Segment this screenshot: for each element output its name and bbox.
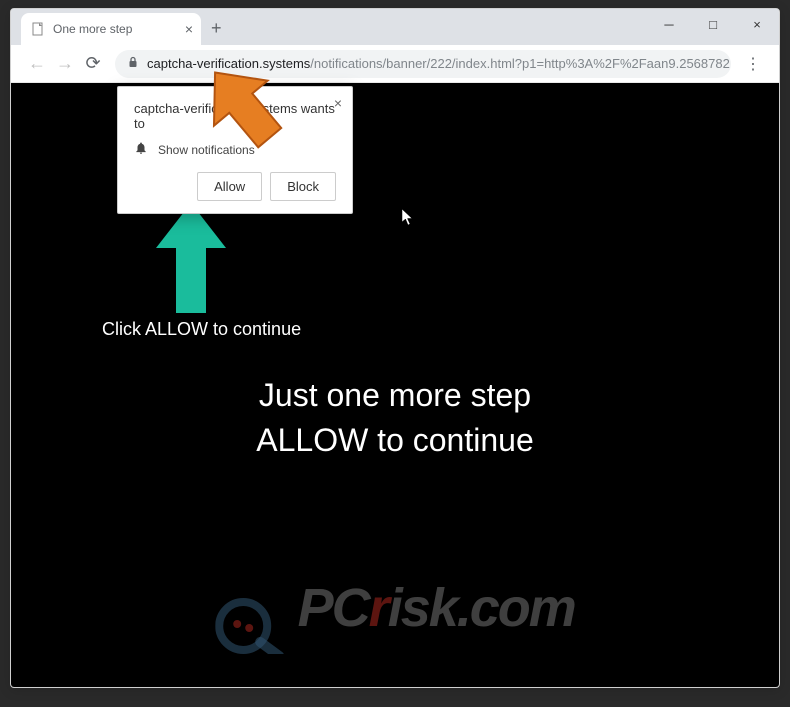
- bell-icon: [134, 141, 148, 158]
- tab-title: One more step: [53, 22, 132, 36]
- close-window-button[interactable]: ×: [735, 9, 779, 39]
- window-controls: ─ □ ×: [647, 9, 779, 39]
- popup-buttons: Allow Block: [134, 172, 336, 201]
- instruction-text: Click ALLOW to continue: [102, 319, 301, 340]
- lock-icon: [127, 56, 139, 71]
- popup-origin-text: captcha-verification.systems wants to: [134, 101, 336, 131]
- reload-button[interactable]: ⟳: [79, 50, 107, 78]
- url-input[interactable]: captcha-verification.systems/notificatio…: [115, 50, 731, 78]
- block-button[interactable]: Block: [270, 172, 336, 201]
- permission-label: Show notifications: [158, 143, 255, 157]
- watermark-r: r: [369, 578, 388, 638]
- permission-row: Show notifications: [134, 141, 336, 158]
- watermark-pc: PC: [298, 578, 369, 638]
- page-content: × captcha-verification.systems wants to …: [11, 83, 779, 687]
- address-bar: ← → ⟳ captcha-verification.systems/notif…: [11, 45, 779, 83]
- url-path: /notifications/banner/222/index.html?p1=…: [310, 56, 731, 71]
- main-headline: Just one more step ALLOW to continue: [11, 373, 779, 463]
- maximize-button[interactable]: □: [691, 9, 735, 39]
- menu-button[interactable]: ⋮: [739, 50, 767, 78]
- popup-close-icon[interactable]: ×: [334, 95, 342, 111]
- cursor-icon: [401, 208, 415, 229]
- browser-tab[interactable]: One more step ×: [21, 13, 201, 45]
- watermark-isk: isk.com: [388, 578, 575, 638]
- headline-line-2: ALLOW to continue: [11, 418, 779, 463]
- browser-window: One more step × + ─ □ × ← → ⟳ captcha-ve…: [10, 8, 780, 688]
- minimize-button[interactable]: ─: [647, 9, 691, 39]
- new-tab-button[interactable]: +: [211, 18, 222, 45]
- headline-line-1: Just one more step: [11, 373, 779, 418]
- watermark: PCrisk.com: [215, 577, 575, 659]
- allow-button[interactable]: Allow: [197, 172, 262, 201]
- notification-permission-popup: × captcha-verification.systems wants to …: [117, 86, 353, 214]
- title-bar: One more step × + ─ □ ×: [11, 9, 779, 45]
- green-up-arrow-icon: [156, 203, 226, 313]
- page-icon: [31, 22, 45, 36]
- back-button[interactable]: ←: [23, 50, 51, 78]
- watermark-text: PCrisk.com: [298, 578, 575, 638]
- forward-button[interactable]: →: [51, 50, 79, 78]
- url-domain: captcha-verification.systems: [147, 56, 310, 71]
- tab-close-icon[interactable]: ×: [185, 21, 193, 37]
- watermark-logo-icon: [215, 584, 285, 659]
